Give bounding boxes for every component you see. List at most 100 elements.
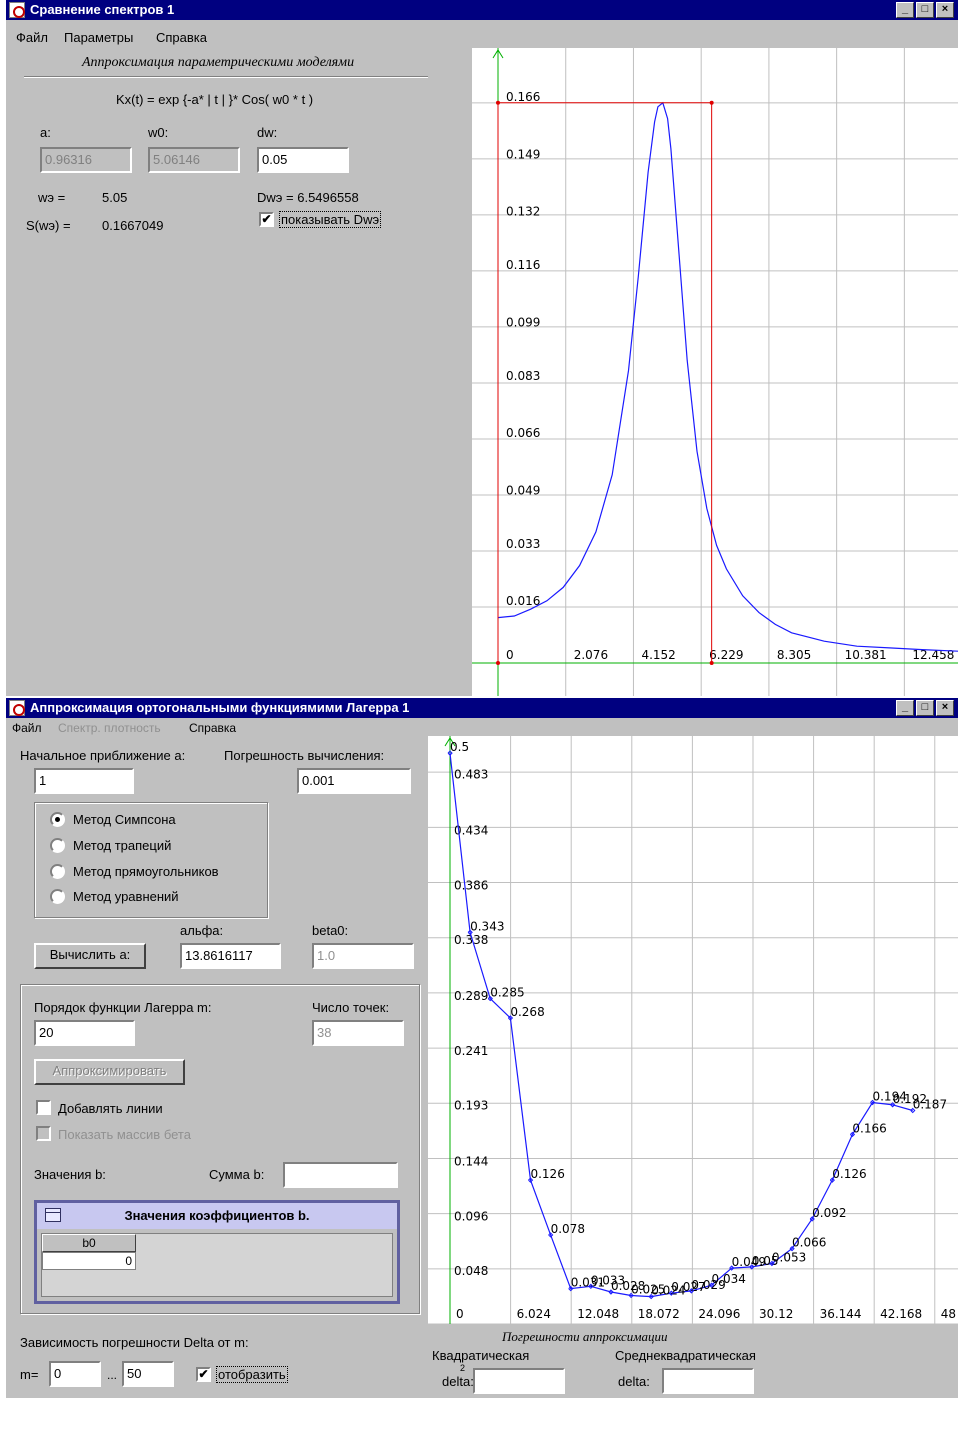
order-field[interactable]: 20 <box>34 1020 135 1046</box>
beta0-field[interactable]: 1.0 <box>312 943 414 969</box>
coef-window-titlebar[interactable]: Значения коэффициентов b. <box>37 1203 397 1229</box>
dwe-marker-point <box>709 661 714 665</box>
data-point-label: 0.066 <box>792 1236 826 1250</box>
y-tick-label: 0.483 <box>454 768 488 782</box>
dwe-value: Dwэ = 6.5496558 <box>257 190 359 205</box>
x-tick-label: 12.048 <box>577 1307 619 1321</box>
menu-help-2[interactable]: Справка <box>189 721 236 735</box>
y-tick-label: 0.099 <box>506 315 540 329</box>
b-sum-field[interactable] <box>283 1162 398 1188</box>
x-tick-label: 18.072 <box>638 1307 680 1321</box>
w0-label: w0: <box>148 125 169 140</box>
minimize-button-2[interactable]: _ <box>896 700 914 716</box>
data-point-label: 0.126 <box>530 1167 564 1181</box>
calc-error-field[interactable]: 0.001 <box>297 768 411 794</box>
rms-label: Среднеквадратическая <box>615 1348 756 1363</box>
method-simpson-radio[interactable] <box>50 812 65 827</box>
minimize-icon: _ <box>901 701 909 713</box>
x-tick-label: 48 <box>941 1307 956 1321</box>
data-point-label: 0.268 <box>510 1005 544 1019</box>
menu-spectral-density[interactable]: Спектр. плотность <box>58 721 161 735</box>
maximize-button-2[interactable]: □ <box>916 700 934 716</box>
laguerre-chart: 0.483 0.434 0.386 0.338 0.289 0.241 0.193 0.144… <box>428 736 958 1324</box>
minimize-icon: _ <box>901 3 909 15</box>
y-tick-label: 0.016 <box>506 594 540 608</box>
window-icon <box>45 1208 61 1222</box>
dwe-marker-point <box>709 100 714 105</box>
close-icon: × <box>941 701 949 713</box>
laguerre-window: Аппроксимация ортогональными функциямими… <box>6 698 958 1398</box>
coef-column-header[interactable]: b0 <box>42 1234 136 1252</box>
x-tick-label: 10.381 <box>845 648 887 662</box>
add-lines-checkbox[interactable] <box>36 1100 51 1115</box>
data-point-label: 0.187 <box>913 1097 947 1111</box>
close-button[interactable]: × <box>936 2 954 18</box>
y-tick-label: 0.048 <box>454 1264 488 1278</box>
points-field[interactable]: 38 <box>312 1020 404 1046</box>
data-point-label: 0.092 <box>812 1206 846 1220</box>
y-tick-label: 0.166 <box>506 90 540 104</box>
close-button-2[interactable]: × <box>936 700 954 716</box>
calc-a-button[interactable]: Вычислить а: <box>34 943 146 969</box>
method-simpson-label[interactable]: Метод Симпсона <box>73 812 176 827</box>
m-from-field[interactable]: 0 <box>49 1361 101 1387</box>
dw-field[interactable]: 0.05 <box>257 147 349 173</box>
spectrum-chart-svg: 0.166 0.149 0.132 0.116 0.099 0.083 0.066 0.049… <box>472 48 958 696</box>
init-approx-field[interactable]: 1 <box>34 768 134 794</box>
spectrum-curve <box>497 101 958 652</box>
data-point-label: 0.5 <box>450 740 469 754</box>
swe-label: S(wэ) = <box>26 218 71 233</box>
y-tick-label: 0.083 <box>506 369 540 383</box>
data-point-label: 0.285 <box>490 986 524 1000</box>
show-dependency-label[interactable]: отобразить <box>216 1366 288 1383</box>
delta-field[interactable] <box>662 1368 754 1394</box>
spectra-window-titlebar[interactable]: Сравнение спектров 1 _ □ × <box>6 0 958 20</box>
a-field[interactable]: 0.96316 <box>40 147 132 173</box>
method-equations-label[interactable]: Метод уравнений <box>73 889 179 904</box>
spectrum-chart: 0.166 0.149 0.132 0.116 0.099 0.083 0.066 0.049… <box>472 48 958 696</box>
menu-parameters[interactable]: Параметры <box>64 30 133 45</box>
data-point-label: 0.166 <box>852 1121 886 1135</box>
show-dwe-label[interactable]: показывать Dwэ <box>279 211 382 228</box>
data-point-label: 0.126 <box>832 1167 866 1181</box>
minimize-button[interactable]: _ <box>896 2 914 18</box>
dw-label: dw: <box>257 125 278 140</box>
laguerre-window-titlebar[interactable]: Аппроксимация ортогональными функциямими… <box>6 698 958 718</box>
delta-squared-field[interactable] <box>473 1368 565 1394</box>
method-equations-radio[interactable] <box>50 889 65 904</box>
spectra-menubar: Файл Параметры Справка <box>6 22 958 45</box>
alpha-field[interactable]: 13.8616117 <box>180 943 281 969</box>
show-dwe-checkbox[interactable]: ✔ <box>259 212 274 227</box>
show-dependency-checkbox[interactable]: ✔ <box>196 1367 211 1382</box>
x-tick-label: 2.076 <box>574 648 608 662</box>
delta-squared-exponent: 2 <box>460 1363 466 1373</box>
add-lines-label[interactable]: Добавлять линии <box>58 1101 163 1116</box>
x-tick-label: 8.305 <box>777 648 811 662</box>
maximize-button[interactable]: □ <box>916 2 934 18</box>
x-tick-label: 4.152 <box>641 648 675 662</box>
method-rectangles-label[interactable]: Метод прямоугольников <box>73 864 219 879</box>
method-rectangles-radio[interactable] <box>50 864 65 879</box>
y-tick-label: 0.066 <box>506 426 540 440</box>
menu-help[interactable]: Справка <box>156 30 207 45</box>
menu-file-2[interactable]: Файл <box>12 721 42 735</box>
m-range-ellipsis: ... <box>107 1368 118 1382</box>
data-point-label: 0.078 <box>551 1222 585 1236</box>
show-beta-checkbox[interactable] <box>36 1126 51 1141</box>
app-icon[interactable] <box>9 2 25 18</box>
m-to-field[interactable]: 50 <box>122 1361 174 1387</box>
menu-file[interactable]: Файл <box>16 30 48 45</box>
y-tick-label: 0.193 <box>454 1099 488 1113</box>
coef-cell[interactable]: 0 <box>42 1252 136 1270</box>
app-icon-2[interactable] <box>9 700 25 716</box>
spectra-window: Сравнение спектров 1 _ □ × Файл Параметр… <box>6 0 958 696</box>
close-icon: × <box>941 3 949 15</box>
method-trapezoid-radio[interactable] <box>50 838 65 853</box>
approximate-button[interactable]: Аппроксимировать <box>34 1059 185 1085</box>
show-beta-label[interactable]: Показать массив бета <box>58 1127 191 1142</box>
w0-field[interactable]: 5.06146 <box>148 147 240 173</box>
y-tick-label: 0.033 <box>506 537 540 551</box>
x-tick-label: 0 <box>506 648 514 662</box>
data-point-label: 0.053 <box>772 1250 806 1264</box>
method-trapezoid-label[interactable]: Метод трапеций <box>73 838 171 853</box>
